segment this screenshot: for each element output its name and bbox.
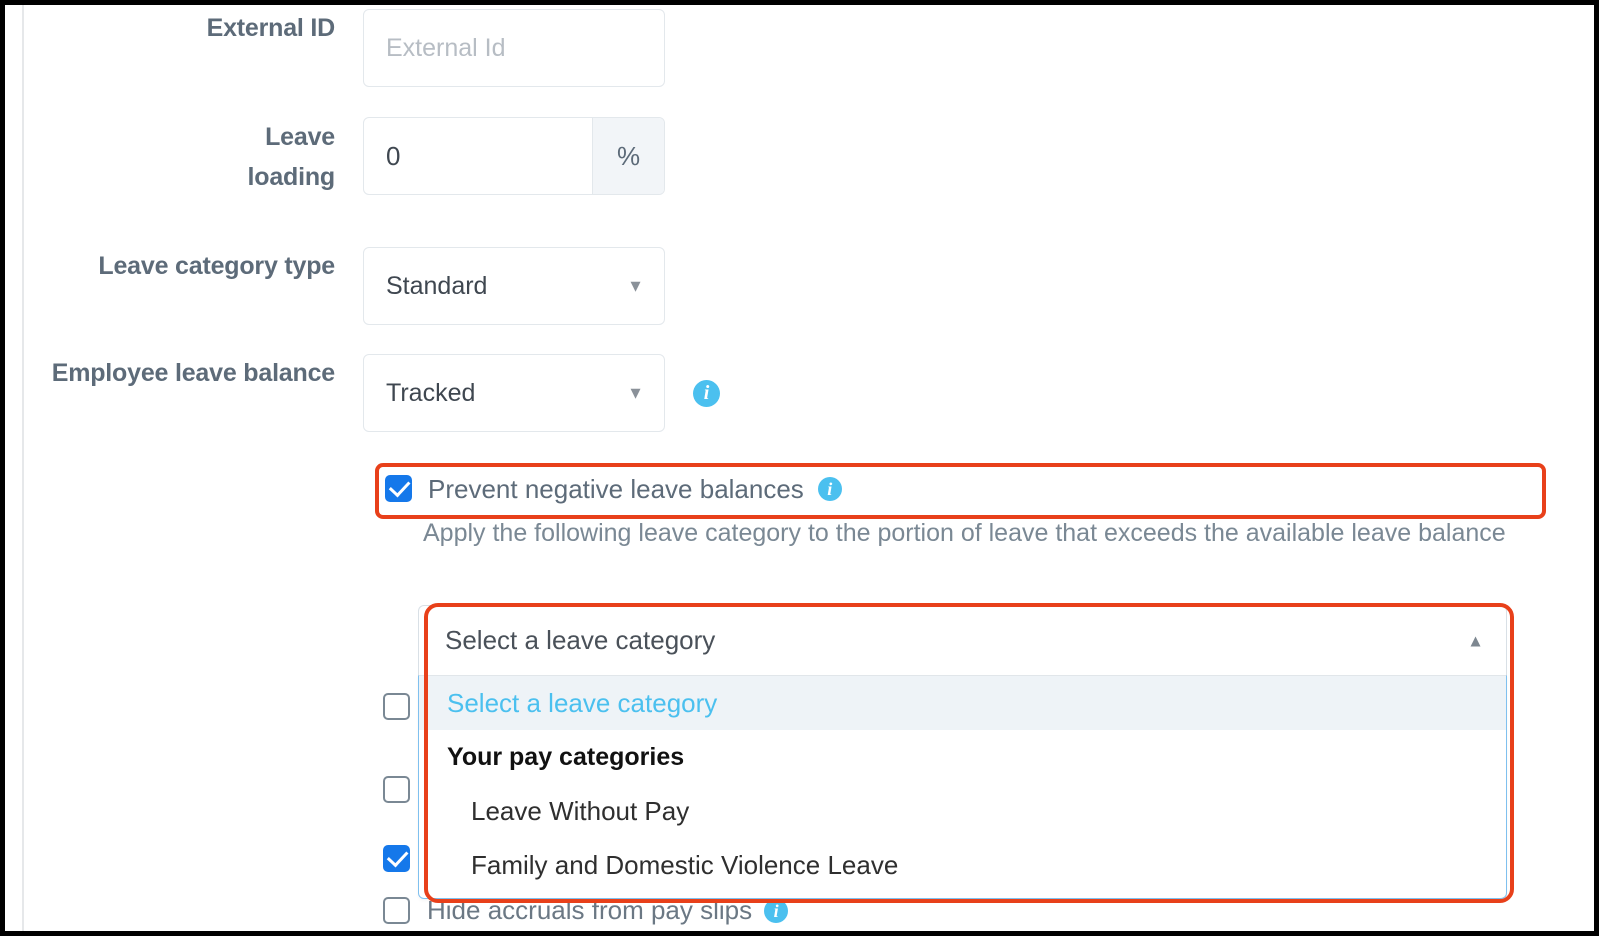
info-icon[interactable]: i [693,379,720,407]
chevron-up-icon: ▲ [1467,631,1484,650]
list-item-checkbox[interactable] [383,845,410,873]
leave-category-dropdown-options: Select a leave category Your pay categor… [418,675,1507,899]
label-leave-category-type: Leave category type [98,252,335,280]
external-id-input[interactable]: External Id [363,9,665,87]
prevent-negative-leave-balances-row[interactable]: Prevent negative leave balances i [385,475,842,502]
field-row-employee-leave-balance: Employee leave balance Tracked ▼ i [5,354,720,432]
chevron-down-icon: ▼ [627,383,644,403]
leave-category-type-select[interactable]: Standard ▼ [363,247,665,325]
prevent-negative-description: Apply the following leave category to th… [423,519,1506,547]
dropdown-group-your-pay-categories: Your pay categories [447,742,685,771]
leave-loading-input-wrapper: 0 % [363,117,665,195]
hide-accruals-checkbox[interactable] [383,897,410,924]
label-external-id: External ID [206,14,336,42]
field-row-external-id: External ID External Id [5,9,665,87]
leave-loading-input[interactable]: 0 [364,118,592,194]
dropdown-option-leave-without-pay[interactable]: Leave Without Pay [419,784,1506,838]
prevent-negative-label: Prevent negative leave balances [428,473,804,504]
leave-category-settings-screen: External ID External Id Leave loading 0 … [0,0,1599,936]
employee-leave-balance-wrapper: Tracked ▼ [363,354,665,432]
label-leave-loading-line2: loading [247,163,336,191]
leave-category-type-wrapper: Standard ▼ [363,247,665,325]
field-row-leave-category-type: Leave category type Standard ▼ [5,247,665,325]
leave-category-type-value: Standard [386,271,488,300]
employee-leave-balance-value: Tracked [386,378,476,407]
hide-accruals-label-wrapper: Hide accruals from pay slips i [427,895,789,926]
leave-category-dropdown-value: Select a leave category [445,625,716,655]
info-icon[interactable]: i [817,476,842,501]
label-leave-loading: Leave loading [5,117,336,197]
dropdown-option-family-and-domestic-violence-leave[interactable]: Family and Domestic Violence Leave [419,838,1506,892]
chevron-down-icon: ▼ [627,276,644,296]
checkbox-unchecked[interactable] [383,693,410,720]
leave-loading-input-group: 0 % [363,117,665,195]
external-id-input-wrapper: External Id [363,9,665,87]
leave-category-dropdown-trigger[interactable]: Select a leave category ▲ [418,605,1507,675]
percent-suffix: % [592,118,664,194]
hide-accruals-label: Hide accruals from pay slips [427,895,753,925]
dropdown-option-select-a-leave-category[interactable]: Select a leave category [419,676,1506,730]
employee-leave-balance-info-wrapper: i [693,354,720,432]
employee-leave-balance-select[interactable]: Tracked ▼ [363,354,665,432]
field-row-leave-loading: Leave loading 0 % [5,117,665,197]
prevent-negative-checkbox[interactable] [385,475,412,502]
leave-category-dropdown[interactable]: Select a leave category ▲ Select a leave… [418,605,1507,899]
label-leave-loading-line1: Leave [265,123,335,151]
checkbox-checked[interactable] [383,845,410,872]
checkbox-unchecked[interactable] [383,776,410,803]
prevent-negative-label-wrapper: Prevent negative leave balances i [428,476,842,502]
list-item-checkbox[interactable] [383,693,410,725]
list-item-checkbox[interactable] [383,776,410,808]
label-employee-leave-balance: Employee leave balance [51,359,335,387]
info-icon[interactable]: i [764,898,789,923]
hide-accruals-row[interactable]: Hide accruals from pay slips i [383,895,789,926]
external-id-placeholder: External Id [386,33,506,62]
